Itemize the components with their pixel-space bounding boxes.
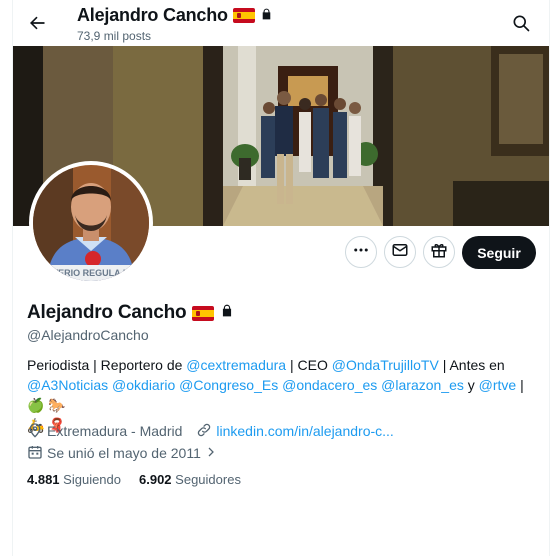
bio-emoji: 🍏	[27, 397, 45, 413]
back-arrow-icon[interactable]	[23, 9, 51, 37]
profile-meta: Extremadura - Madrid linkedin.com/in/ale…	[27, 421, 408, 465]
website-link[interactable]: linkedin.com/in/alejandro-c...	[216, 423, 393, 439]
following-label: Siguiendo	[63, 472, 121, 487]
profile-actions: Seguir	[13, 236, 549, 270]
joined-text: Se unió el mayo de 2011	[47, 445, 201, 461]
location-text: Extremadura - Madrid	[47, 423, 183, 439]
bio-mention[interactable]: @cextremadura	[186, 357, 286, 373]
profile-handle: @AlejandroCancho	[27, 327, 149, 343]
bio-text: |	[516, 377, 524, 393]
link-icon	[196, 422, 212, 441]
search-icon[interactable]	[509, 11, 533, 35]
flag-spain-icon	[232, 8, 255, 23]
lock-icon	[220, 302, 234, 324]
more-button[interactable]	[345, 236, 377, 268]
lock-icon	[260, 5, 273, 26]
location-icon	[27, 422, 43, 441]
chevron-right-icon	[205, 445, 217, 462]
flag-spain-icon	[192, 305, 215, 321]
gift-icon	[430, 241, 448, 264]
bio-text: | CEO	[286, 357, 332, 373]
bio-text: y	[463, 377, 479, 393]
calendar-icon	[27, 444, 43, 463]
more-icon	[352, 241, 370, 264]
profile-stats: 4.881 Siguiendo 6.902 Seguidores	[27, 472, 241, 487]
bio-mention[interactable]: @rtve	[479, 377, 517, 393]
followers-count: 6.902	[139, 472, 172, 487]
followers-link[interactable]: 6.902 Seguidores	[139, 472, 241, 487]
post-count: 73,9 mil posts	[77, 29, 152, 43]
header-title: Alejandro Cancho	[77, 5, 273, 26]
header-name: Alejandro Cancho	[77, 5, 228, 25]
profile-name: Alejandro Cancho	[27, 302, 234, 324]
bio-text: Periodista | Reportero de	[27, 357, 187, 373]
bio-mention[interactable]: @okdiario	[112, 377, 175, 393]
bio-mention[interactable]: @Congreso_Es	[179, 377, 278, 393]
profile-frame: Alejandro Cancho 73,9 mil posts STERIO R…	[12, 0, 550, 556]
bio-mention[interactable]: @larazon_es	[381, 377, 464, 393]
gift-button[interactable]	[423, 236, 455, 268]
following-count: 4.881	[27, 472, 60, 487]
followers-label: Seguidores	[175, 472, 241, 487]
display-name: Alejandro Cancho	[27, 302, 187, 323]
following-link[interactable]: 4.881 Siguiendo	[27, 472, 121, 487]
bio-mention[interactable]: @OndaTrujilloTV	[332, 357, 439, 373]
bio-text: | Antes en	[438, 357, 505, 373]
bio-mention[interactable]: @A3Noticias	[27, 377, 108, 393]
message-button[interactable]	[384, 236, 416, 268]
joined-date[interactable]: Se unió el mayo de 2011	[27, 444, 217, 463]
bio-emoji: 🐎	[48, 397, 66, 413]
bio-mention[interactable]: @ondacero_es	[282, 377, 377, 393]
follow-button[interactable]: Seguir	[462, 236, 536, 269]
mail-icon	[391, 241, 409, 264]
top-bar: Alejandro Cancho 73,9 mil posts	[13, 0, 549, 46]
